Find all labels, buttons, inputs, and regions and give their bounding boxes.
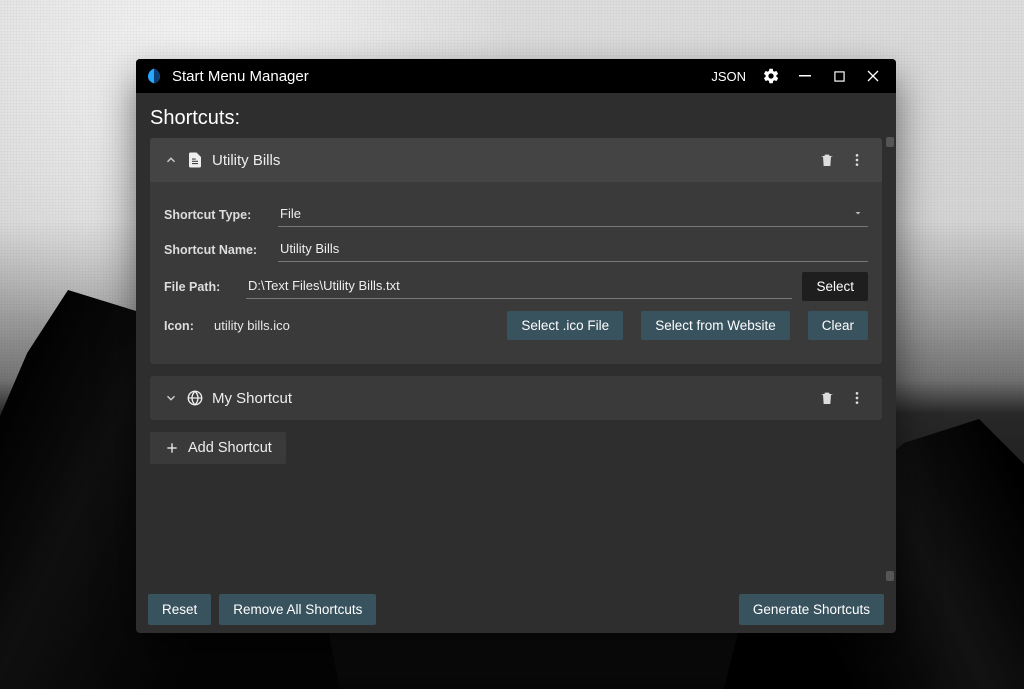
plus-icon [164, 440, 180, 456]
minimize-icon [799, 70, 811, 82]
chevron-up-icon [160, 153, 182, 167]
shortcut-type-select[interactable] [278, 202, 868, 227]
settings-button[interactable] [754, 59, 788, 93]
gear-icon [762, 67, 780, 85]
select-ico-button[interactable]: Select .ico File [507, 311, 623, 340]
shortcut-panel: My Shortcut [150, 376, 882, 420]
delete-shortcut-button[interactable] [812, 383, 842, 413]
json-button[interactable]: JSON [703, 59, 754, 93]
shortcut-name-input[interactable] [278, 237, 868, 262]
shortcut-header[interactable]: Utility Bills [150, 138, 882, 182]
app-icon [144, 66, 164, 86]
generate-shortcuts-button[interactable]: Generate Shortcuts [739, 594, 884, 625]
shortcut-name-row: Shortcut Name: [164, 237, 868, 262]
icon-filename: utility bills.ico [214, 318, 290, 333]
trash-icon [819, 390, 835, 406]
shortcut-name: My Shortcut [212, 390, 292, 407]
minimize-button[interactable] [788, 59, 822, 93]
select-from-website-button[interactable]: Select from Website [641, 311, 790, 340]
kebab-icon [849, 152, 865, 168]
trash-icon [819, 152, 835, 168]
field-label: File Path: [164, 280, 236, 294]
shortcut-body: Shortcut Type: Shortcut Name: F [150, 182, 882, 364]
field-label: Shortcut Name: [164, 243, 268, 257]
select-file-button[interactable]: Select [802, 272, 868, 301]
chevron-down-icon [160, 391, 182, 405]
shortcuts-list: Utility Bills Shortcut Type: [136, 138, 896, 585]
close-icon [867, 70, 879, 82]
window-title: Start Menu Manager [172, 68, 309, 85]
file-icon [182, 151, 208, 169]
clear-icon-button[interactable]: Clear [808, 311, 868, 340]
shortcut-name: Utility Bills [212, 152, 280, 169]
file-path-input[interactable] [246, 274, 792, 299]
section-title: Shortcuts: [136, 93, 896, 138]
maximize-button[interactable] [822, 59, 856, 93]
reset-button[interactable]: Reset [148, 594, 211, 625]
titlebar: Start Menu Manager JSON [136, 59, 896, 93]
shortcut-menu-button[interactable] [842, 383, 872, 413]
close-button[interactable] [856, 59, 890, 93]
icon-row: Icon: utility bills.ico Select .ico File… [164, 311, 868, 340]
shortcut-menu-button[interactable] [842, 145, 872, 175]
add-shortcut-label: Add Shortcut [188, 440, 272, 456]
kebab-icon [849, 390, 865, 406]
window-body: Shortcuts: Utility Bills [136, 93, 896, 633]
field-label: Shortcut Type: [164, 208, 268, 222]
shortcut-type-row: Shortcut Type: [164, 202, 868, 227]
footer: Reset Remove All Shortcuts Generate Shor… [136, 585, 896, 633]
shortcut-panel: Utility Bills Shortcut Type: [150, 138, 882, 364]
remove-all-button[interactable]: Remove All Shortcuts [219, 594, 376, 625]
app-window: Start Menu Manager JSON Shortcuts: [136, 59, 896, 633]
globe-icon [182, 389, 208, 407]
add-shortcut-button[interactable]: Add Shortcut [150, 432, 286, 464]
delete-shortcut-button[interactable] [812, 145, 842, 175]
field-label: Icon: [164, 319, 204, 333]
shortcut-header[interactable]: My Shortcut [150, 376, 882, 420]
file-path-row: File Path: Select [164, 272, 868, 301]
maximize-icon [834, 71, 845, 82]
